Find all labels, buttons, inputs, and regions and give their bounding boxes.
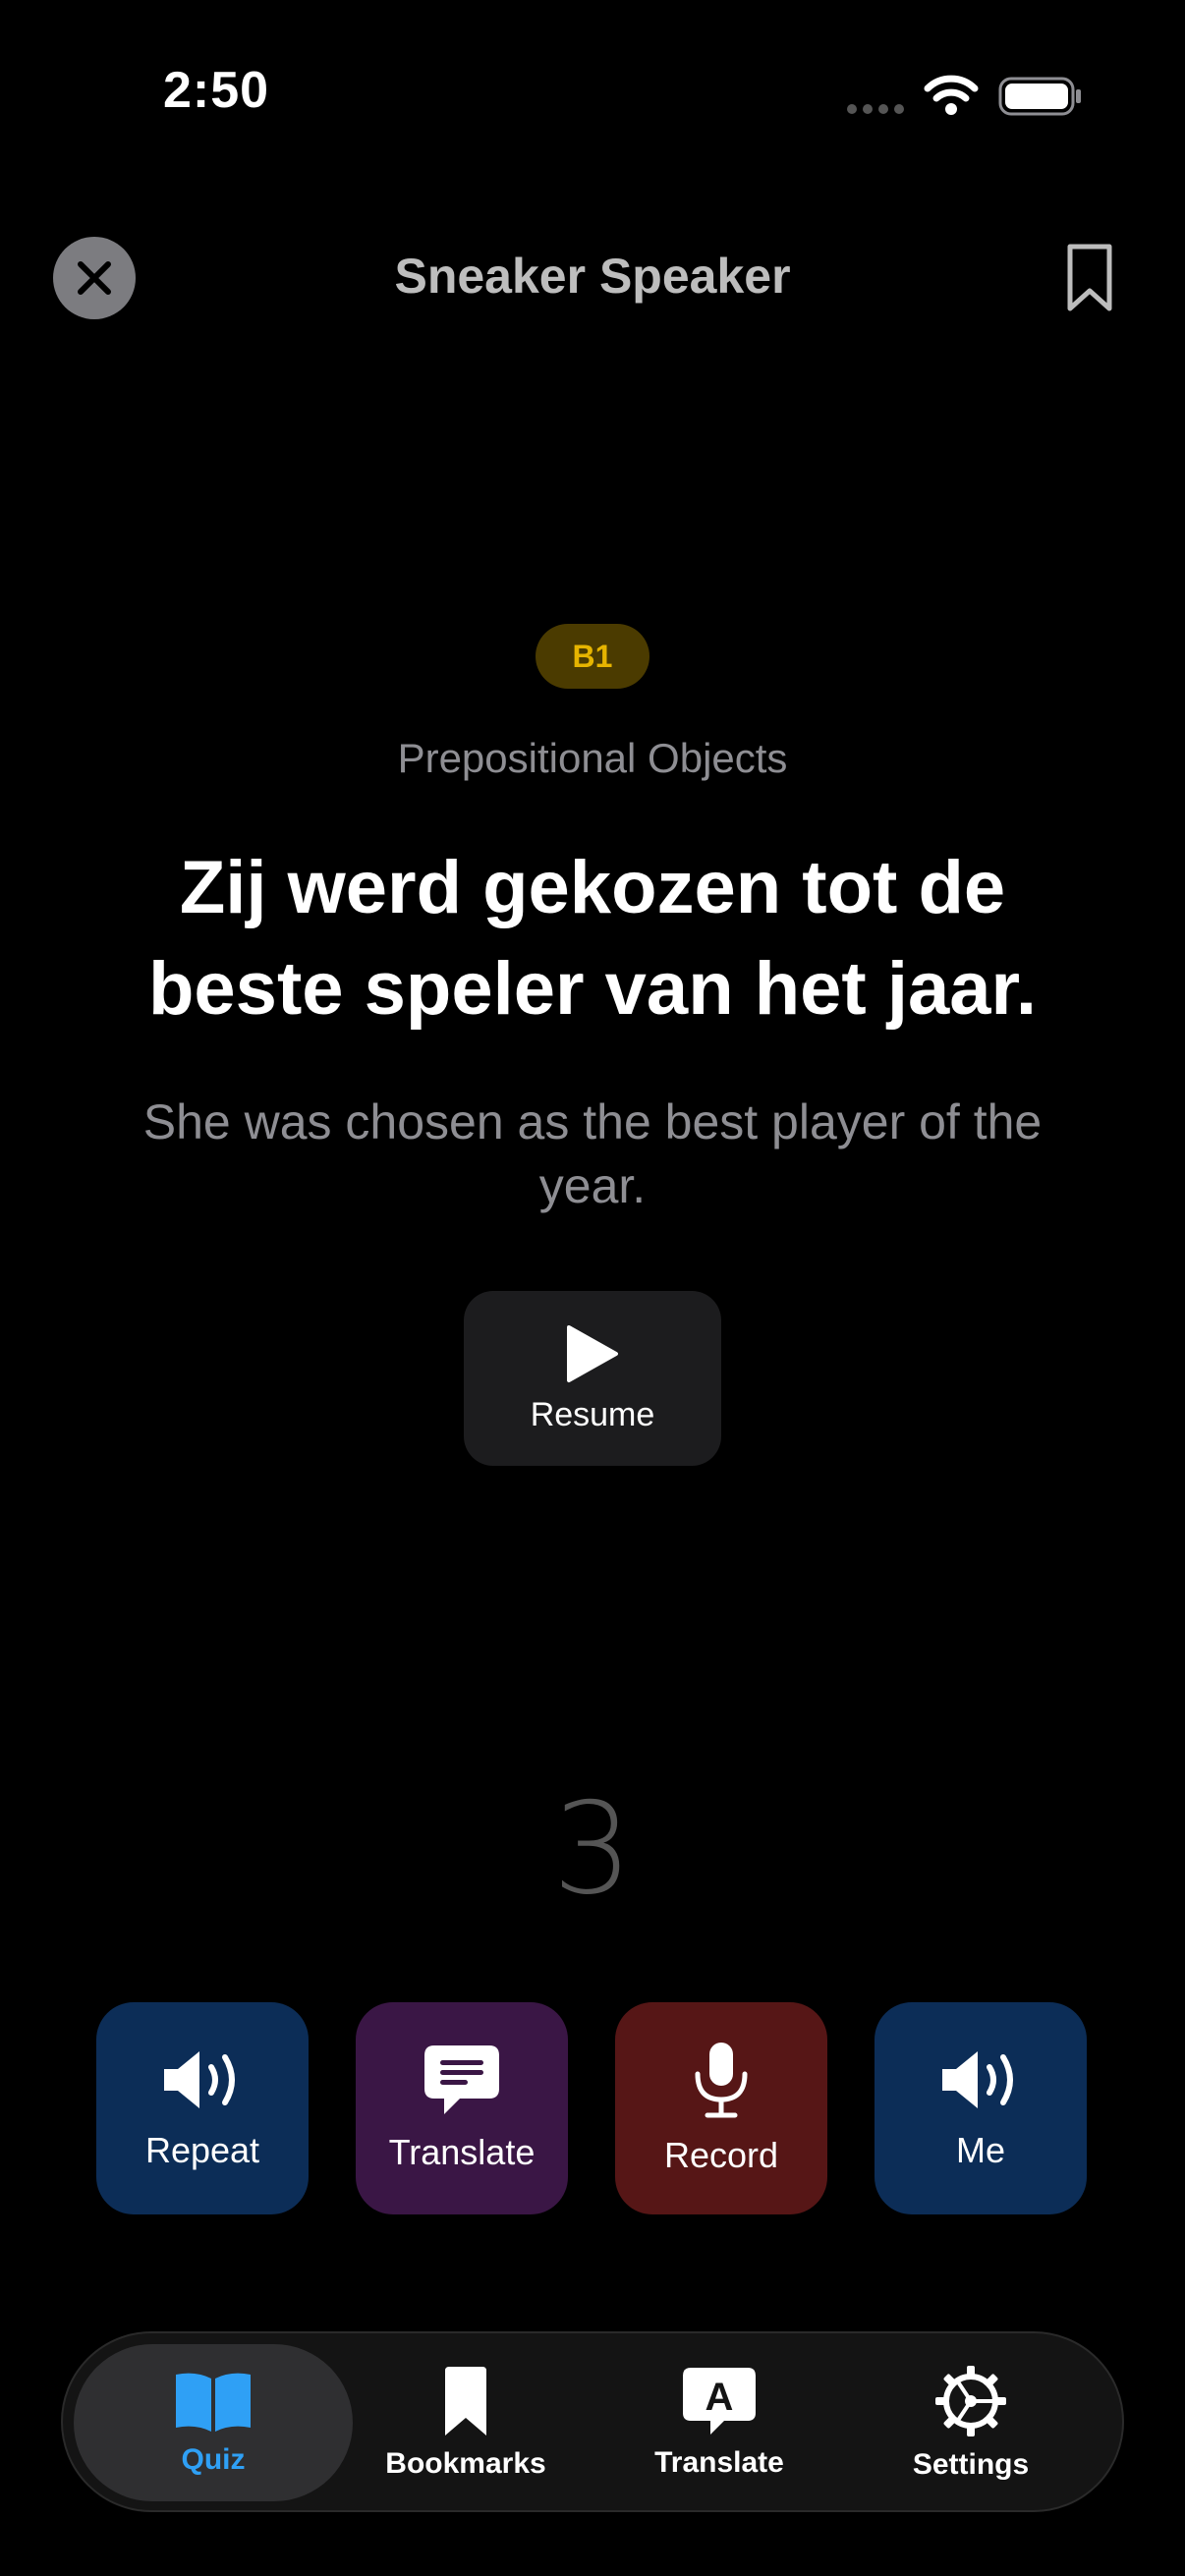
record-label: Record bbox=[663, 2135, 779, 2175]
microphone-icon bbox=[695, 2043, 748, 2118]
tab-bookmarks[interactable]: Bookmarks bbox=[340, 2344, 592, 2501]
tab-bookmarks-label: Bookmarks bbox=[385, 2447, 546, 2480]
battery-icon bbox=[998, 77, 1081, 116]
dutch-sentence: Zij werd gekozen tot de beste speler van… bbox=[147, 846, 1038, 1031]
book-icon bbox=[176, 2373, 251, 2432]
tab-settings[interactable]: Settings bbox=[845, 2344, 1097, 2501]
chat-bubble-icon bbox=[424, 2045, 499, 2114]
repeat-label: Repeat bbox=[144, 2130, 260, 2170]
speaker-icon bbox=[942, 2051, 1013, 2108]
speaker-icon bbox=[164, 2051, 235, 2108]
tab-quiz[interactable]: Quiz bbox=[87, 2344, 339, 2501]
topic-label: Prepositional Objects bbox=[397, 735, 788, 781]
resume-button[interactable]: Resume bbox=[464, 1291, 721, 1466]
signal-icon bbox=[847, 104, 904, 114]
status-time: 2:50 bbox=[163, 62, 270, 119]
bookmark-icon bbox=[445, 2367, 486, 2436]
resume-label: Resume bbox=[530, 1395, 655, 1433]
tab-settings-label: Settings bbox=[912, 2448, 1030, 2481]
tab-translate-label: Translate bbox=[654, 2446, 784, 2479]
me-button[interactable]: Me bbox=[875, 2002, 1087, 2214]
level-badge: B1 bbox=[536, 624, 649, 689]
tab-quiz-label: Quiz bbox=[181, 2443, 246, 2476]
svg-text:A: A bbox=[705, 2376, 734, 2419]
page-title: Sneaker Speaker bbox=[394, 249, 791, 304]
english-translation: She was chosen as the best player of the… bbox=[142, 1094, 1043, 1213]
me-label: Me bbox=[955, 2130, 1005, 2170]
record-button[interactable]: Record bbox=[615, 2002, 827, 2214]
translate-action-button[interactable]: Translate bbox=[356, 2002, 568, 2214]
gear-icon bbox=[935, 2366, 1006, 2436]
wifi-icon bbox=[924, 75, 979, 115]
bookmark-button[interactable] bbox=[1065, 242, 1114, 314]
play-icon bbox=[567, 1324, 618, 1382]
translate-icon: A bbox=[683, 2368, 756, 2435]
repeat-button[interactable]: Repeat bbox=[96, 2002, 309, 2214]
translate-action-label: Translate bbox=[388, 2132, 536, 2172]
countdown-counter: 3 bbox=[552, 1776, 633, 1923]
tab-translate[interactable]: A Translate bbox=[593, 2344, 845, 2501]
